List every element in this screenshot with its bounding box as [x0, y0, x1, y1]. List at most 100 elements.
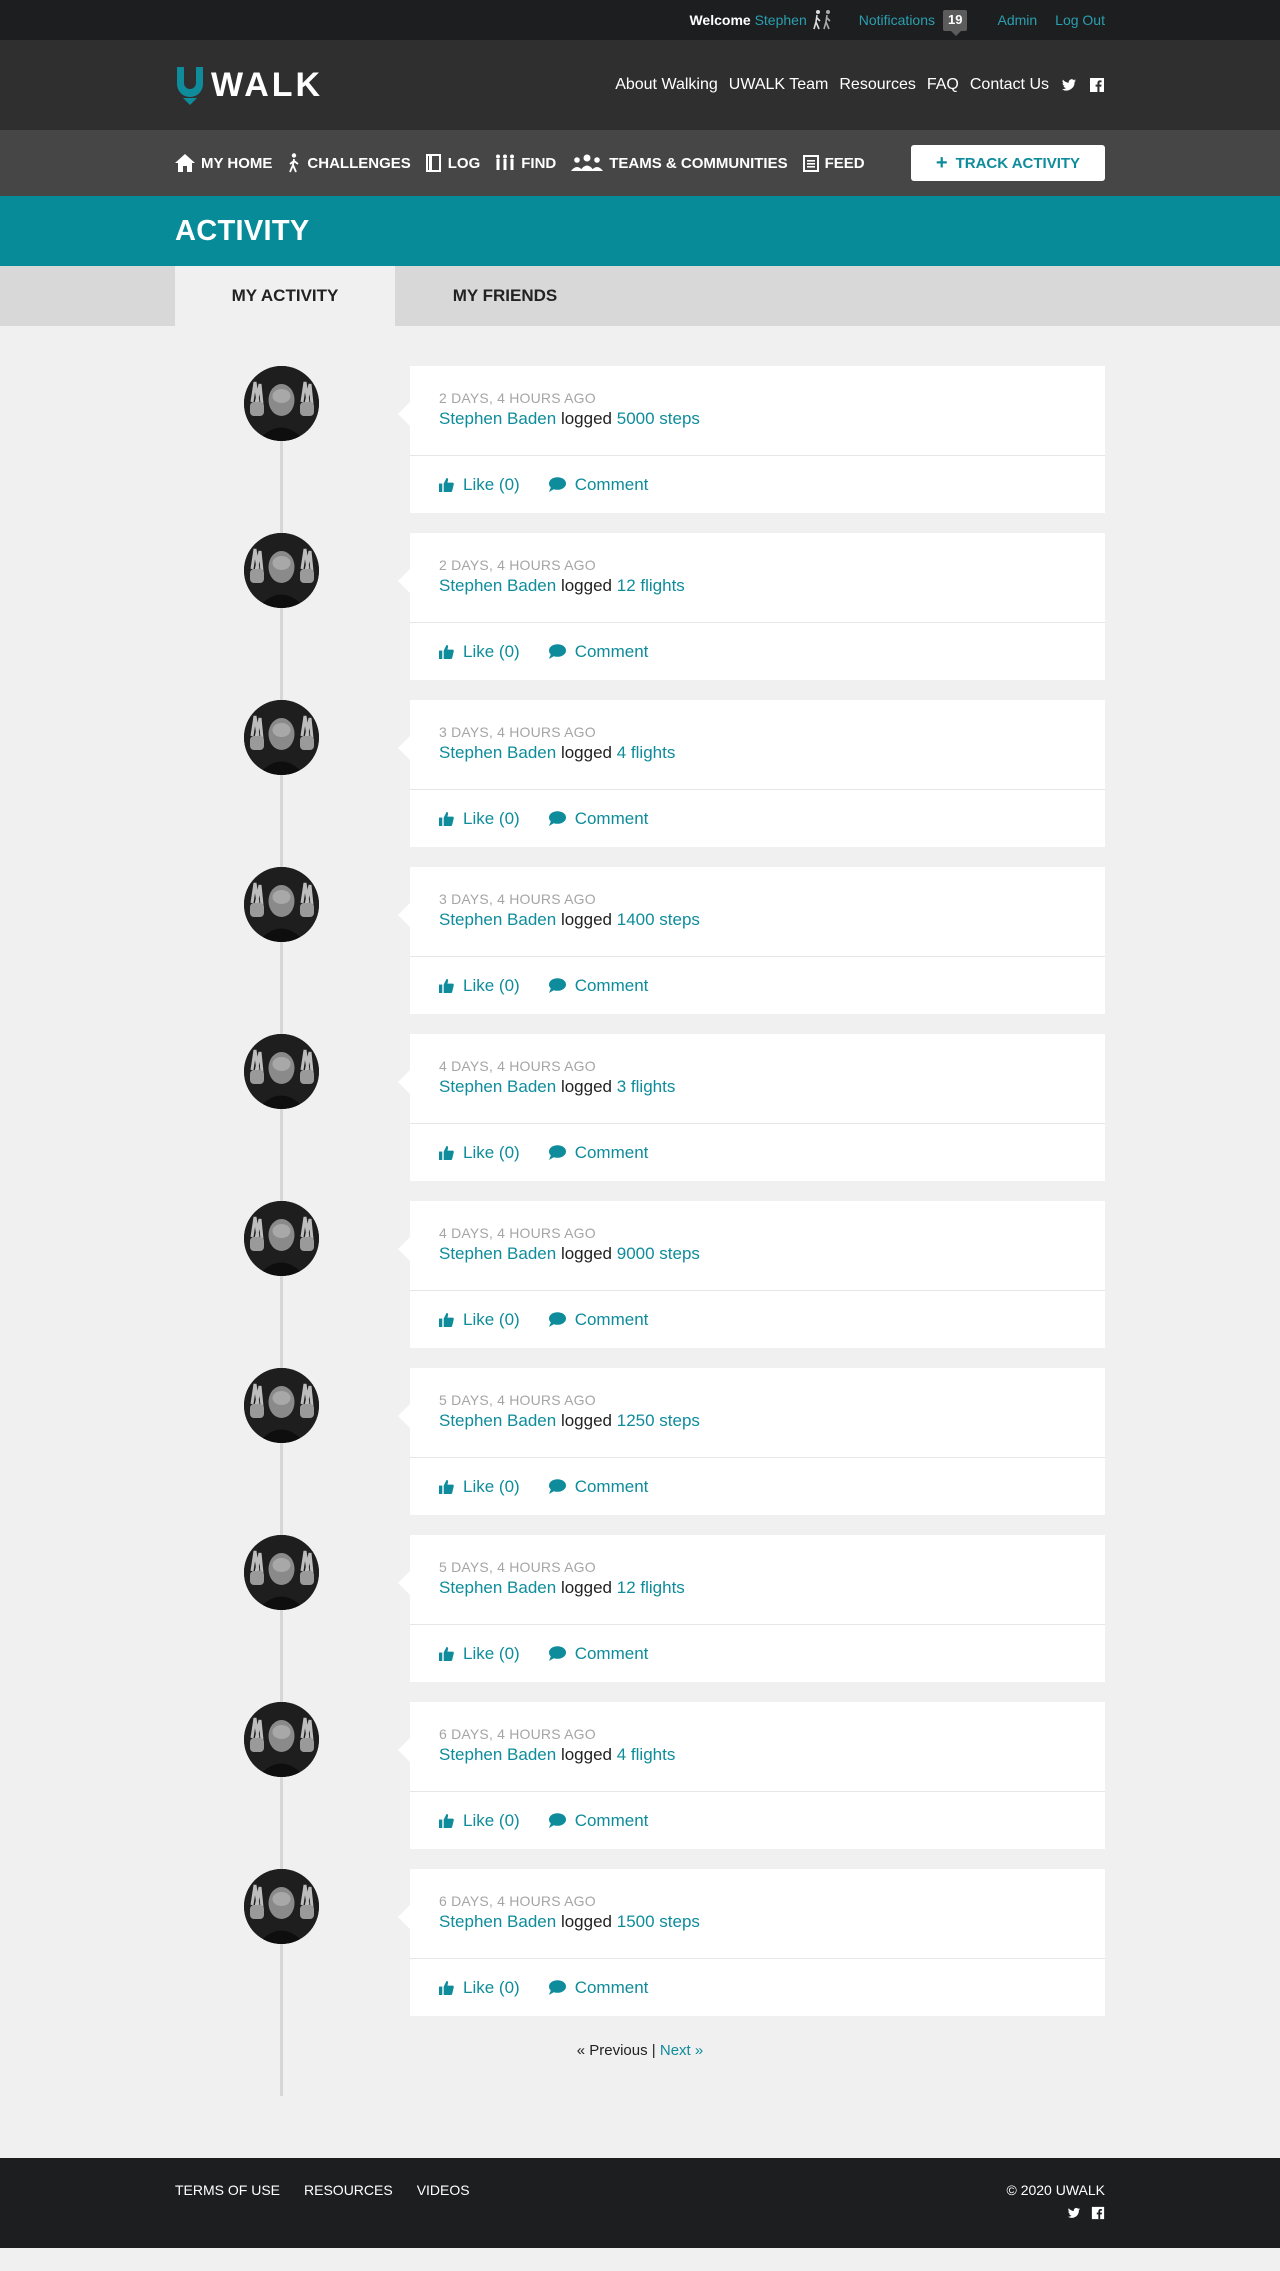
activity-amount-link[interactable]: 9000 steps — [617, 1244, 700, 1263]
avatar[interactable] — [244, 1368, 319, 1443]
notifications-link[interactable]: Notifications 19 — [859, 9, 968, 36]
comment-button[interactable]: Comment — [548, 1644, 648, 1664]
previous-page-link[interactable]: « Previous — [577, 2042, 648, 2059]
activity-amount-link[interactable]: 1250 steps — [617, 1411, 700, 1430]
comment-button[interactable]: Comment — [548, 1811, 648, 1831]
uwalk-logo[interactable]: WALK — [175, 66, 323, 105]
activity-actions: Like (0) Comment — [410, 1124, 1105, 1181]
like-button[interactable]: Like (0) — [439, 1477, 520, 1497]
twitter-icon[interactable] — [1061, 77, 1077, 93]
activity-amount-link[interactable]: 1500 steps — [617, 1912, 700, 1931]
like-button[interactable]: Like (0) — [439, 1143, 520, 1163]
comment-button[interactable]: Comment — [548, 1477, 648, 1497]
nav-faq[interactable]: FAQ — [927, 76, 959, 94]
nav-log[interactable]: LOG — [425, 154, 480, 172]
like-label: Like (0) — [463, 808, 520, 828]
activity-user-link[interactable]: Stephen Baden — [439, 1244, 556, 1263]
comment-label: Comment — [574, 1977, 649, 1997]
like-button[interactable]: Like (0) — [439, 475, 520, 495]
activity-user-link[interactable]: Stephen Baden — [439, 1411, 556, 1430]
comment-bubble-icon — [548, 810, 566, 826]
activity-amount-link[interactable]: 5000 steps — [617, 409, 700, 428]
avatar[interactable] — [244, 700, 319, 775]
footer-videos-link[interactable]: VIDEOS — [417, 2182, 470, 2220]
tab-my-friends[interactable]: MY FRIENDS — [395, 266, 615, 326]
tab-my-activity[interactable]: MY ACTIVITY — [175, 266, 395, 326]
nav-feed[interactable]: FEED — [802, 154, 865, 172]
activity-time: 6 DAYS, 4 HOURS AGO — [439, 1726, 596, 1742]
like-button[interactable]: Like (0) — [439, 809, 520, 829]
nav-about-walking[interactable]: About Walking — [615, 76, 718, 94]
page-title-band: ACTIVITY — [0, 196, 1280, 266]
nav-uwalk-team[interactable]: UWALK Team — [729, 76, 829, 94]
activity-text: Stephen Baden logged 9000 steps — [439, 1244, 1076, 1264]
activity-amount-link[interactable]: 3 flights — [617, 1077, 676, 1096]
avatar[interactable] — [244, 1034, 319, 1109]
footer-resources-link[interactable]: RESOURCES — [304, 2182, 393, 2220]
like-button[interactable]: Like (0) — [439, 642, 520, 662]
activity-amount-link[interactable]: 12 flights — [617, 1578, 685, 1597]
activity-user-link[interactable]: Stephen Baden — [439, 1912, 556, 1931]
activity-user-link[interactable]: Stephen Baden — [439, 1077, 556, 1096]
avatar[interactable] — [244, 366, 319, 441]
comment-button[interactable]: Comment — [548, 475, 648, 495]
activity-amount-link[interactable]: 12 flights — [617, 576, 685, 595]
next-page-link[interactable]: Next » — [660, 2042, 703, 2059]
comment-bubble-icon — [548, 977, 566, 993]
activity-time: 3 DAYS, 4 HOURS AGO — [439, 891, 596, 907]
comment-label: Comment — [574, 808, 649, 828]
feed-entry: 6 DAYS, 4 HOURS AGO Stephen Baden logged… — [175, 1869, 1105, 2036]
activity-verb: logged — [560, 910, 613, 929]
avatar[interactable] — [244, 1201, 319, 1276]
activity-actions: Like (0) Comment — [410, 1458, 1105, 1515]
activity-user-link[interactable]: Stephen Baden — [439, 910, 556, 929]
avatar[interactable] — [244, 867, 319, 942]
comment-button[interactable]: Comment — [548, 808, 649, 829]
comment-button[interactable]: Comment — [548, 642, 648, 662]
comment-button[interactable]: Comment — [548, 1310, 648, 1330]
avatar[interactable] — [244, 1702, 319, 1777]
admin-link[interactable]: Admin — [997, 12, 1037, 28]
like-button[interactable]: Like (0) — [439, 1978, 520, 1998]
track-activity-button[interactable]: + TRACK ACTIVITY — [911, 145, 1105, 181]
comment-button[interactable]: Comment — [548, 1143, 648, 1163]
activity-amount-link[interactable]: 4 flights — [617, 743, 676, 762]
activity-amount-link[interactable]: 4 flights — [617, 1745, 676, 1764]
nav-find[interactable]: FIND — [495, 154, 556, 172]
nav-contact-us[interactable]: Contact Us — [970, 76, 1049, 94]
avatar[interactable] — [244, 533, 319, 608]
like-button[interactable]: Like (0) — [439, 1811, 520, 1831]
activity-user-link[interactable]: Stephen Baden — [439, 576, 556, 595]
pager-separator: | — [651, 2042, 656, 2059]
feed-entry: 5 DAYS, 4 HOURS AGO Stephen Baden logged… — [175, 1368, 1105, 1535]
activity-user-link[interactable]: Stephen Baden — [439, 1745, 556, 1764]
nav-my-home[interactable]: MY HOME — [175, 154, 272, 172]
like-button[interactable]: Like (0) — [439, 1644, 520, 1664]
feed-entry: 4 DAYS, 4 HOURS AGO Stephen Baden logged… — [175, 1201, 1105, 1368]
avatar[interactable] — [244, 1535, 319, 1610]
like-button[interactable]: Like (0) — [439, 976, 520, 996]
footer-terms-link[interactable]: TERMS OF USE — [175, 2182, 280, 2220]
comment-button[interactable]: Comment — [548, 975, 649, 996]
user-name-link[interactable]: Stephen — [755, 12, 807, 28]
user-photo-icon — [244, 1034, 319, 1109]
nav-teams-communities[interactable]: TEAMS & COMMUNITIES — [571, 154, 788, 172]
activity-user-link[interactable]: Stephen Baden — [439, 409, 556, 428]
site-header: WALK About Walking UWALK Team Resources … — [0, 40, 1280, 130]
avatar[interactable] — [244, 1869, 319, 1944]
activity-user-link[interactable]: Stephen Baden — [439, 743, 556, 762]
activity-amount-link[interactable]: 1400 steps — [617, 910, 700, 929]
comment-label: Comment — [574, 975, 649, 995]
like-button[interactable]: Like (0) — [439, 1310, 520, 1330]
activity-feed: 2 DAYS, 4 HOURS AGO Stephen Baden logged… — [175, 326, 1105, 2096]
facebook-icon[interactable] — [1089, 77, 1105, 93]
facebook-icon[interactable] — [1091, 2206, 1105, 2220]
nav-challenges[interactable]: CHALLENGES — [287, 153, 411, 173]
comment-button[interactable]: Comment — [548, 1977, 649, 1998]
activity-user-link[interactable]: Stephen Baden — [439, 1578, 556, 1597]
nav-resources[interactable]: Resources — [839, 76, 915, 94]
activity-card: 6 DAYS, 4 HOURS AGO Stephen Baden logged… — [398, 1702, 1105, 1849]
logout-link[interactable]: Log Out — [1055, 12, 1105, 28]
twitter-icon[interactable] — [1067, 2206, 1081, 2220]
thumbs-up-icon — [439, 477, 454, 492]
